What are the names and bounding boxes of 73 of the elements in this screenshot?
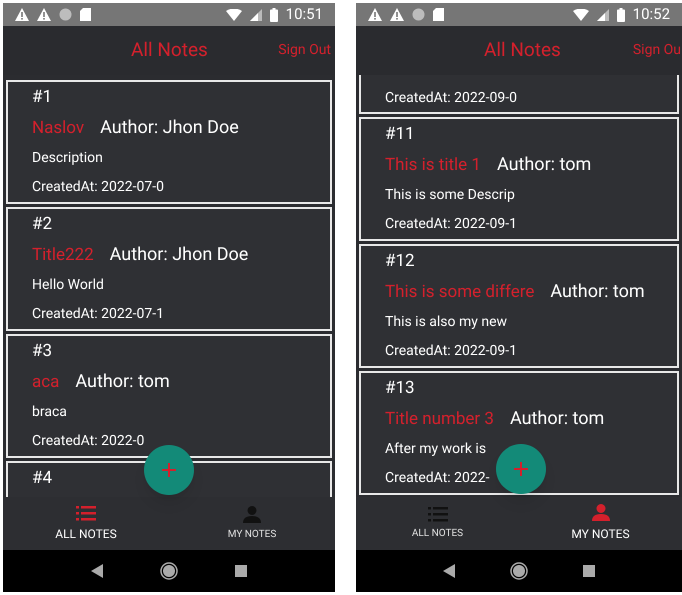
warning-icon xyxy=(37,8,51,21)
note-number: #2 xyxy=(32,213,52,235)
note-created-at: CreatedAt: 2022-09-0 xyxy=(385,89,517,108)
person-icon xyxy=(243,506,261,522)
note-description: This is some Descrip xyxy=(385,186,515,205)
recents-icon[interactable] xyxy=(234,565,247,577)
note-card[interactable]: #2 Title222 Author: Jhon Doe Hello World CreatedAt: 2022-07-1 xyxy=(6,207,332,331)
warning-icon xyxy=(390,8,404,21)
note-number: #1 xyxy=(32,86,52,108)
nav-tab[interactable]: ALL NOTES xyxy=(3,497,169,550)
wifi-icon xyxy=(572,8,589,20)
note-number: #4 xyxy=(32,467,52,489)
note-card[interactable]: #11 This is title 1 Author: tom This is some Descrip CreatedAt: 2022-09-1 xyxy=(359,117,679,241)
note-created-at: CreatedAt: 2022-09-1 xyxy=(385,342,517,361)
signal-icon xyxy=(596,8,609,20)
back-icon[interactable] xyxy=(91,564,104,578)
status-time: 10:51 xyxy=(286,4,323,26)
header-title: All Notes xyxy=(484,37,561,64)
note-title: Title222 xyxy=(32,244,94,266)
note-author: Author: Jhon Doe xyxy=(110,244,248,266)
note-number: #12 xyxy=(385,250,415,272)
wifi-icon xyxy=(226,8,242,20)
list-icon xyxy=(428,506,448,522)
note-card[interactable]: CreatedAt: 2022-09-0 xyxy=(359,75,679,114)
home-icon[interactable] xyxy=(510,562,528,580)
note-description: braca xyxy=(32,403,67,422)
signal-icon xyxy=(250,8,262,20)
warning-icon xyxy=(15,8,29,21)
note-description: Description xyxy=(32,149,103,168)
note-card[interactable]: #1 Naslov Author: Jhon Doe Description CreatedAt: 2022-07-0 xyxy=(6,80,332,204)
note-description: Hello World xyxy=(32,276,104,295)
note-title: This is title 1 xyxy=(385,154,481,176)
plus-icon xyxy=(162,463,176,477)
status-time: 10:52 xyxy=(632,4,670,26)
recents-icon[interactable] xyxy=(582,565,595,577)
note-author: Author: tom xyxy=(550,281,645,303)
circle-icon xyxy=(412,8,425,21)
battery-icon xyxy=(270,8,278,22)
note-created-at: CreatedAt: 2022-0 xyxy=(32,432,144,451)
nav-tab[interactable]: MY NOTES xyxy=(519,497,682,550)
sd-card-icon xyxy=(433,8,444,21)
note-author: Author: tom xyxy=(75,371,170,393)
note-card[interactable]: #3 aca Author: tom braca CreatedAt: 2022-0 xyxy=(6,334,332,458)
nav-tab[interactable]: MY NOTES xyxy=(169,497,335,550)
header-title: All Notes xyxy=(131,37,208,64)
plus-icon xyxy=(514,462,528,476)
note-title: aca xyxy=(32,371,60,393)
circle-icon xyxy=(59,8,72,21)
note-created-at: CreatedAt: 2022-09-1 xyxy=(385,215,517,234)
note-title: Title number 3 xyxy=(385,408,494,430)
battery-icon xyxy=(616,8,625,22)
note-card[interactable]: #13 Title number 3 Author: tom After my work is CreatedAt: 2022- xyxy=(359,371,679,495)
note-description: After my work is xyxy=(385,440,486,459)
home-icon[interactable] xyxy=(160,562,178,580)
note-created-at: CreatedAt: 2022-07-0 xyxy=(32,178,164,197)
note-created-at: CreatedAt: 2022-07-1 xyxy=(32,305,164,324)
note-card[interactable]: #12 This is some differe Author: tom This is also my new CreatedAt: 2022-09-1 xyxy=(359,244,679,368)
sd-card-icon xyxy=(80,8,91,21)
list-icon xyxy=(76,504,96,520)
warning-icon xyxy=(368,8,382,21)
note-author: Author: tom xyxy=(510,408,604,430)
note-created-at: CreatedAt: 2022- xyxy=(385,469,490,488)
note-number: #3 xyxy=(32,340,52,362)
note-author: Author: tom xyxy=(496,154,592,176)
note-description: This is also my new xyxy=(385,313,508,332)
note-author: Author: Jhon Doe xyxy=(100,117,239,139)
note-title: Naslov xyxy=(32,117,84,139)
nav-tab[interactable]: ALL NOTES xyxy=(356,497,519,550)
person-icon xyxy=(592,504,610,521)
note-number: #13 xyxy=(385,377,415,399)
back-icon[interactable] xyxy=(443,564,456,578)
note-number: #11 xyxy=(385,123,415,145)
note-title: This is some differe xyxy=(385,281,534,303)
